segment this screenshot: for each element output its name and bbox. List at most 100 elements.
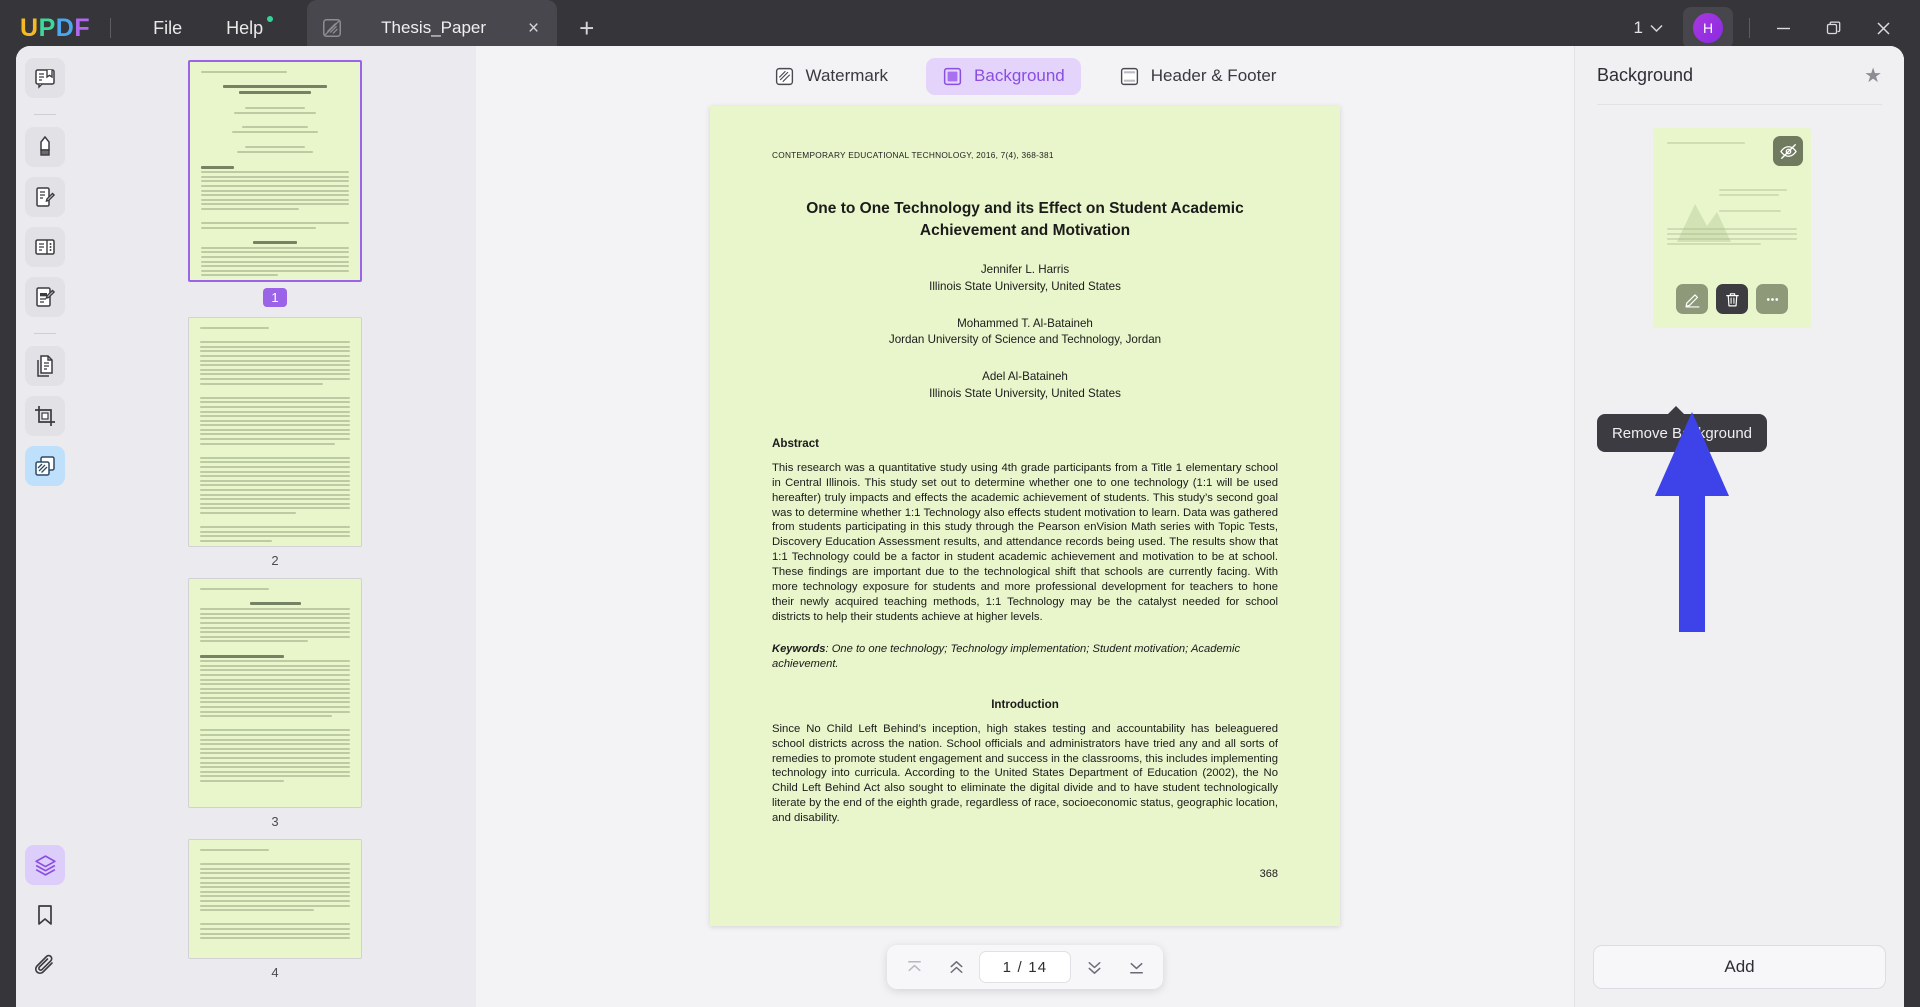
next-page-button[interactable] <box>1075 950 1113 984</box>
add-background-button[interactable]: Add <box>1593 945 1886 989</box>
menu-help[interactable]: Help <box>204 12 285 45</box>
thumbnail-item[interactable]: 1 <box>74 60 476 307</box>
header-footer-icon <box>1120 67 1138 85</box>
layers-icon <box>34 854 56 876</box>
page-layout-selector[interactable]: 1 <box>1624 12 1673 44</box>
account-button[interactable]: H <box>1683 7 1733 49</box>
titlebar-divider <box>110 18 112 38</box>
avatar: H <box>1693 13 1723 43</box>
introduction-body: Since No Child Left Behind’s inception, … <box>772 722 1278 825</box>
help-notification-dot <box>267 15 274 22</box>
chevron-down-icon <box>1650 24 1663 32</box>
sidebar-item-crop-page[interactable] <box>25 396 65 436</box>
cursor-arrow-icon <box>1655 412 1729 632</box>
minimize-icon <box>1776 27 1790 29</box>
rail-divider-2 <box>34 333 56 334</box>
maximize-button[interactable] <box>1810 8 1856 48</box>
panel-title: Background <box>1597 64 1694 85</box>
page-thumbnail-3[interactable] <box>188 578 362 808</box>
logo-letter-d: D <box>55 13 75 42</box>
abstract-heading: Abstract <box>772 436 820 450</box>
keywords-label: Keywords <box>772 642 826 655</box>
tab-watermark[interactable]: Watermark <box>758 58 905 95</box>
sidebar-item-convert-pdf[interactable] <box>25 346 65 386</box>
thumbnail-item[interactable]: 4 <box>74 839 476 980</box>
author-name: Jennifer L. Harris <box>980 263 1070 276</box>
minimize-button[interactable] <box>1760 8 1806 48</box>
page-organize-icon <box>35 239 55 255</box>
watermark-background-icon <box>35 456 55 476</box>
menu-file[interactable]: File <box>131 12 204 45</box>
author-name: Adel Al-Bataineh <box>982 370 1068 384</box>
introduction-heading: Introduction <box>991 697 1059 711</box>
logo-letter-f: F <box>74 13 91 42</box>
tab-background-label: Background <box>974 66 1065 85</box>
maximize-icon <box>1826 20 1840 34</box>
thumbnail-number: 4 <box>271 965 279 980</box>
feature-tabs: Watermark Background Header & Footer <box>476 46 1574 106</box>
new-tab-button[interactable]: + <box>579 15 594 41</box>
page-wrapper: CONTEMPORARY EDUCATIONAL TECHNOLOGY, 201… <box>476 106 1574 926</box>
page-layout-value: 1 <box>1633 18 1643 37</box>
ellipsis-icon <box>1766 297 1778 301</box>
panel-header: Background ★ <box>1575 46 1904 104</box>
chevron-up-double-icon <box>950 960 962 973</box>
thumbnail-number: 3 <box>271 814 279 829</box>
page-thumbnail-1[interactable] <box>188 60 362 282</box>
sidebar-item-watermark-background[interactable] <box>25 446 65 486</box>
close-icon <box>1876 21 1890 35</box>
first-page-button[interactable] <box>895 950 933 984</box>
author-block: Mohammed T. Al-Bataineh Jordan Universit… <box>772 316 1278 350</box>
pdf-page[interactable]: CONTEMPORARY EDUCATIONAL TECHNOLOGY, 201… <box>710 106 1340 926</box>
author-affiliation: Illinois State University, United States <box>929 386 1121 400</box>
author-block: Jennifer L. Harris Illinois State Univer… <box>772 262 1278 296</box>
eye-off-icon <box>1779 143 1797 159</box>
sidebar-item-organize-pages[interactable] <box>25 227 65 267</box>
edit-pdf-icon <box>36 187 56 207</box>
reader-icon <box>35 69 55 89</box>
tab-header-footer[interactable]: Header & Footer <box>1103 58 1293 95</box>
last-page-button[interactable] <box>1117 950 1155 984</box>
sidebar-item-reader[interactable] <box>25 58 65 98</box>
thumbnail-pane[interactable]: 1 2 3 4 <box>74 46 476 1007</box>
form-edit-icon <box>36 287 56 307</box>
sidebar-item-edit-pdf[interactable] <box>25 177 65 217</box>
watermark-icon <box>775 67 793 85</box>
tab-background[interactable]: Background <box>926 57 1081 95</box>
favorite-star-icon[interactable]: ★ <box>1864 63 1882 88</box>
thumbnail-item[interactable]: 3 <box>74 578 476 829</box>
page-title: One to One Technology and its Effect on … <box>806 200 1244 239</box>
toggle-background-visibility-button[interactable] <box>1773 136 1803 166</box>
sidebar-item-form-edit[interactable] <box>25 277 65 317</box>
edit-background-button[interactable] <box>1676 284 1708 314</box>
remove-background-button[interactable] <box>1716 284 1748 314</box>
logo-letter-p: P <box>38 13 56 42</box>
thumbnail-item[interactable]: 2 <box>74 317 476 568</box>
sidebar-item-attachments[interactable] <box>25 945 65 985</box>
close-button[interactable] <box>1860 8 1906 48</box>
page-thumbnail-4[interactable] <box>188 839 362 959</box>
page-thumbnail-2[interactable] <box>188 317 362 547</box>
sidebar-item-comment[interactable] <box>25 127 65 167</box>
logo-letter-u: U <box>20 13 39 42</box>
keywords-value: One to one technology; Technology implem… <box>772 642 1241 670</box>
abstract-body: This research was a quantitative study u… <box>772 461 1278 623</box>
last-page-icon <box>1129 962 1143 973</box>
highlighter-icon <box>40 135 50 156</box>
author-block: Adel Al-Bataineh Illinois State Universi… <box>772 369 1278 403</box>
page-number-input[interactable]: 1 / 14 <box>979 951 1071 983</box>
more-options-button[interactable] <box>1756 284 1788 314</box>
thumbnail-number: 2 <box>271 553 279 568</box>
app-shell: 1 2 3 4 Watermark Background Header & Fo… <box>16 46 1904 1007</box>
background-preview-card[interactable] <box>1653 128 1811 328</box>
thumbnail-number: 1 <box>263 288 287 307</box>
previous-page-button[interactable] <box>937 950 975 984</box>
convert-pdf-icon <box>37 355 53 377</box>
menu-help-label: Help <box>226 17 264 38</box>
author-name: Mohammed T. Al-Bataineh <box>957 316 1093 330</box>
tab-close-icon[interactable]: × <box>524 15 543 42</box>
sidebar-item-layers[interactable] <box>25 845 65 885</box>
pencil-icon <box>1685 293 1699 308</box>
background-icon <box>943 67 962 85</box>
sidebar-item-bookmarks[interactable] <box>25 895 65 935</box>
